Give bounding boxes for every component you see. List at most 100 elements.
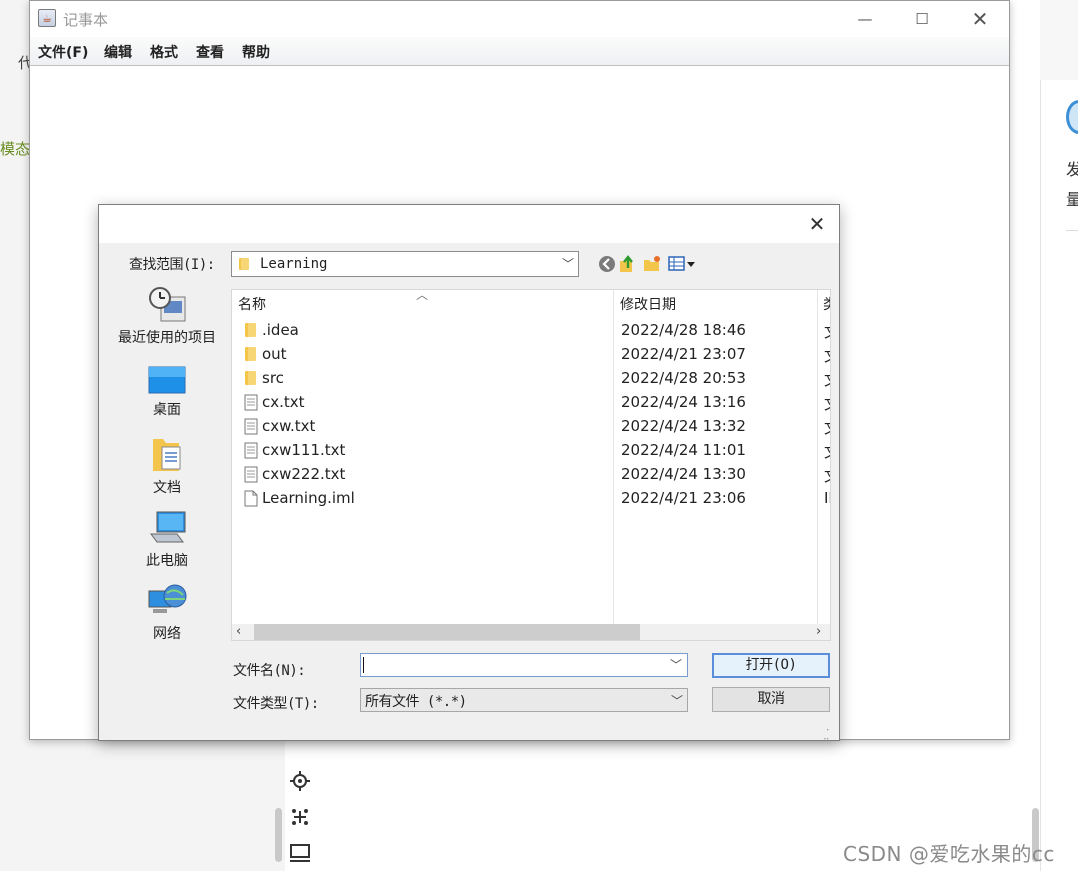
dialog-close-button[interactable]: ✕ <box>799 211 835 237</box>
close-button[interactable]: ✕ <box>957 7 1003 31</box>
place-documents[interactable]: 文档 <box>103 435 231 497</box>
file-name: Learning.iml <box>262 489 355 507</box>
resize-grip-icon[interactable]: ⠠ ⠤ <box>823 725 830 743</box>
look-in-label: 查找范围(I): <box>129 257 215 273</box>
title-bar[interactable]: ☕ 记事本 — ☐ ✕ <box>30 1 1009 37</box>
scrollbar-thumb[interactable] <box>275 808 282 862</box>
file-date: 2022/4/28 20:53 <box>621 369 746 387</box>
chevron-down-icon[interactable]: ﹀ <box>562 255 574 272</box>
place-label: 网络 <box>153 626 181 642</box>
column-header-type[interactable]: 类 <box>823 294 830 314</box>
computer-icon <box>150 511 186 543</box>
sort-ascending-icon: ︿ <box>416 289 429 302</box>
file-icon <box>244 490 258 507</box>
file-list[interactable]: ︿ 名称 修改日期 类 .idea 2022/4/28 18:46 文 out … <box>231 289 831 641</box>
background-text-fragment: 模态 <box>0 140 31 158</box>
folder-icon <box>239 258 249 270</box>
place-recent-items[interactable]: 最近使用的项目 <box>103 287 231 347</box>
place-desktop[interactable]: 桌面 <box>103 365 231 419</box>
text-caret <box>363 657 364 673</box>
file-row[interactable]: .idea 2022/4/28 18:46 文 <box>232 318 830 342</box>
file-date: 2022/4/24 13:32 <box>621 417 746 435</box>
recent-items-icon <box>149 287 186 322</box>
horizontal-scrollbar[interactable]: ‹ › <box>232 624 830 640</box>
menu-file[interactable]: 文件(F) <box>38 42 88 62</box>
file-row[interactable]: out 2022/4/21 23:07 文 <box>232 342 830 366</box>
folder-icon <box>245 323 256 337</box>
file-name: out <box>262 345 287 363</box>
background-text-fragment: 量 <box>1066 190 1078 209</box>
file-date: 2022/4/21 23:07 <box>621 345 746 363</box>
new-folder-icon[interactable] <box>642 254 662 274</box>
minimize-button[interactable]: — <box>842 7 888 31</box>
file-name-label: 文件名(N): <box>233 663 306 679</box>
file-row[interactable]: cxw.txt 2022/4/24 13:32 文 <box>232 414 830 438</box>
monitor-icon[interactable] <box>289 842 311 864</box>
place-network[interactable]: 网络 <box>103 583 231 643</box>
file-type: 文 <box>824 369 830 390</box>
file-row[interactable]: cx.txt 2022/4/24 13:16 文 <box>232 390 830 414</box>
folder-icon <box>245 371 256 385</box>
menu-edit[interactable]: 编辑 <box>104 42 132 62</box>
file-name-input[interactable] <box>360 653 688 677</box>
place-label: 此电脑 <box>146 553 188 569</box>
file-row[interactable]: Learning.iml 2022/4/21 23:06 IM <box>232 486 830 510</box>
column-header-name[interactable]: 名称 <box>238 294 266 314</box>
menu-help[interactable]: 帮助 <box>242 42 270 62</box>
file-type-label: 文件类型(T): <box>233 696 319 712</box>
chevron-right-icon[interactable]: › <box>816 624 821 639</box>
column-header-date[interactable]: 修改日期 <box>620 294 676 314</box>
file-type: 文 <box>824 345 830 366</box>
file-row[interactable]: cxw222.txt 2022/4/24 13:30 文 <box>232 462 830 486</box>
back-arrow-icon[interactable] <box>597 254 617 274</box>
crosshair-target-icon[interactable] <box>289 770 311 792</box>
place-label: 最近使用的项目 <box>118 330 216 346</box>
chevron-down-icon[interactable]: ﹀ <box>671 692 683 709</box>
file-date: 2022/4/24 13:16 <box>621 393 746 411</box>
divider <box>1066 230 1078 231</box>
file-type: 文 <box>824 321 830 342</box>
window-title: 记事本 <box>63 11 109 29</box>
file-row[interactable]: cxw111.txt 2022/4/24 11:01 文 <box>232 438 830 462</box>
file-date: 2022/4/28 18:46 <box>621 321 746 339</box>
up-folder-icon[interactable] <box>618 254 638 274</box>
view-menu-icon[interactable] <box>667 254 697 274</box>
file-type-value: 所有文件 (*.*) <box>365 694 467 710</box>
desktop-icon <box>148 366 186 394</box>
folder-icon <box>245 347 256 361</box>
file-name: src <box>262 369 284 387</box>
file-name: .idea <box>262 321 299 339</box>
file-name: cxw222.txt <box>262 465 346 483</box>
watermark: CSDN @爱吃水果的cc <box>843 842 1055 866</box>
dialog-title-bar[interactable]: ✕ <box>99 205 839 243</box>
file-type: 文 <box>824 441 830 462</box>
chevron-down-icon[interactable]: ﹀ <box>670 656 682 673</box>
file-date: 2022/4/21 23:06 <box>621 489 746 507</box>
maximize-button[interactable]: ☐ <box>899 7 945 31</box>
place-this-pc[interactable]: 此电脑 <box>103 510 231 570</box>
look-in-value: Learning <box>260 256 328 272</box>
scrollbar-thumb[interactable] <box>254 624 640 640</box>
file-date: 2022/4/24 11:01 <box>621 441 746 459</box>
chevron-left-icon[interactable]: ‹ <box>236 624 241 639</box>
look-in-combo[interactable]: Learning ﹀ <box>231 251 579 277</box>
file-type: 文 <box>824 465 830 486</box>
file-type: 文 <box>824 417 830 438</box>
open-button[interactable]: 打开(O) <box>712 653 830 678</box>
file-type: 文 <box>824 393 830 414</box>
file-name: cx.txt <box>262 393 305 411</box>
file-date: 2022/4/24 13:30 <box>621 465 746 483</box>
open-file-dialog: ✕ 查找范围(I): Learning ﹀ 最近使用的项目 桌面 文档 此电脑 … <box>98 204 840 743</box>
background-text-fragment: 发 <box>1066 160 1078 179</box>
cancel-button[interactable]: 取消 <box>712 687 830 712</box>
file-type-select[interactable]: 所有文件 (*.*) ﹀ <box>360 688 688 712</box>
documents-icon <box>153 439 181 471</box>
menu-view[interactable]: 查看 <box>196 42 224 62</box>
text-file-icon <box>244 418 258 435</box>
file-type: IM <box>824 489 830 507</box>
java-app-icon: ☕ <box>38 9 56 27</box>
menu-format[interactable]: 格式 <box>150 42 178 62</box>
drag-handle-icon[interactable] <box>289 806 311 828</box>
file-row[interactable]: src 2022/4/28 20:53 文 <box>232 366 830 390</box>
file-name: cxw111.txt <box>262 441 346 459</box>
